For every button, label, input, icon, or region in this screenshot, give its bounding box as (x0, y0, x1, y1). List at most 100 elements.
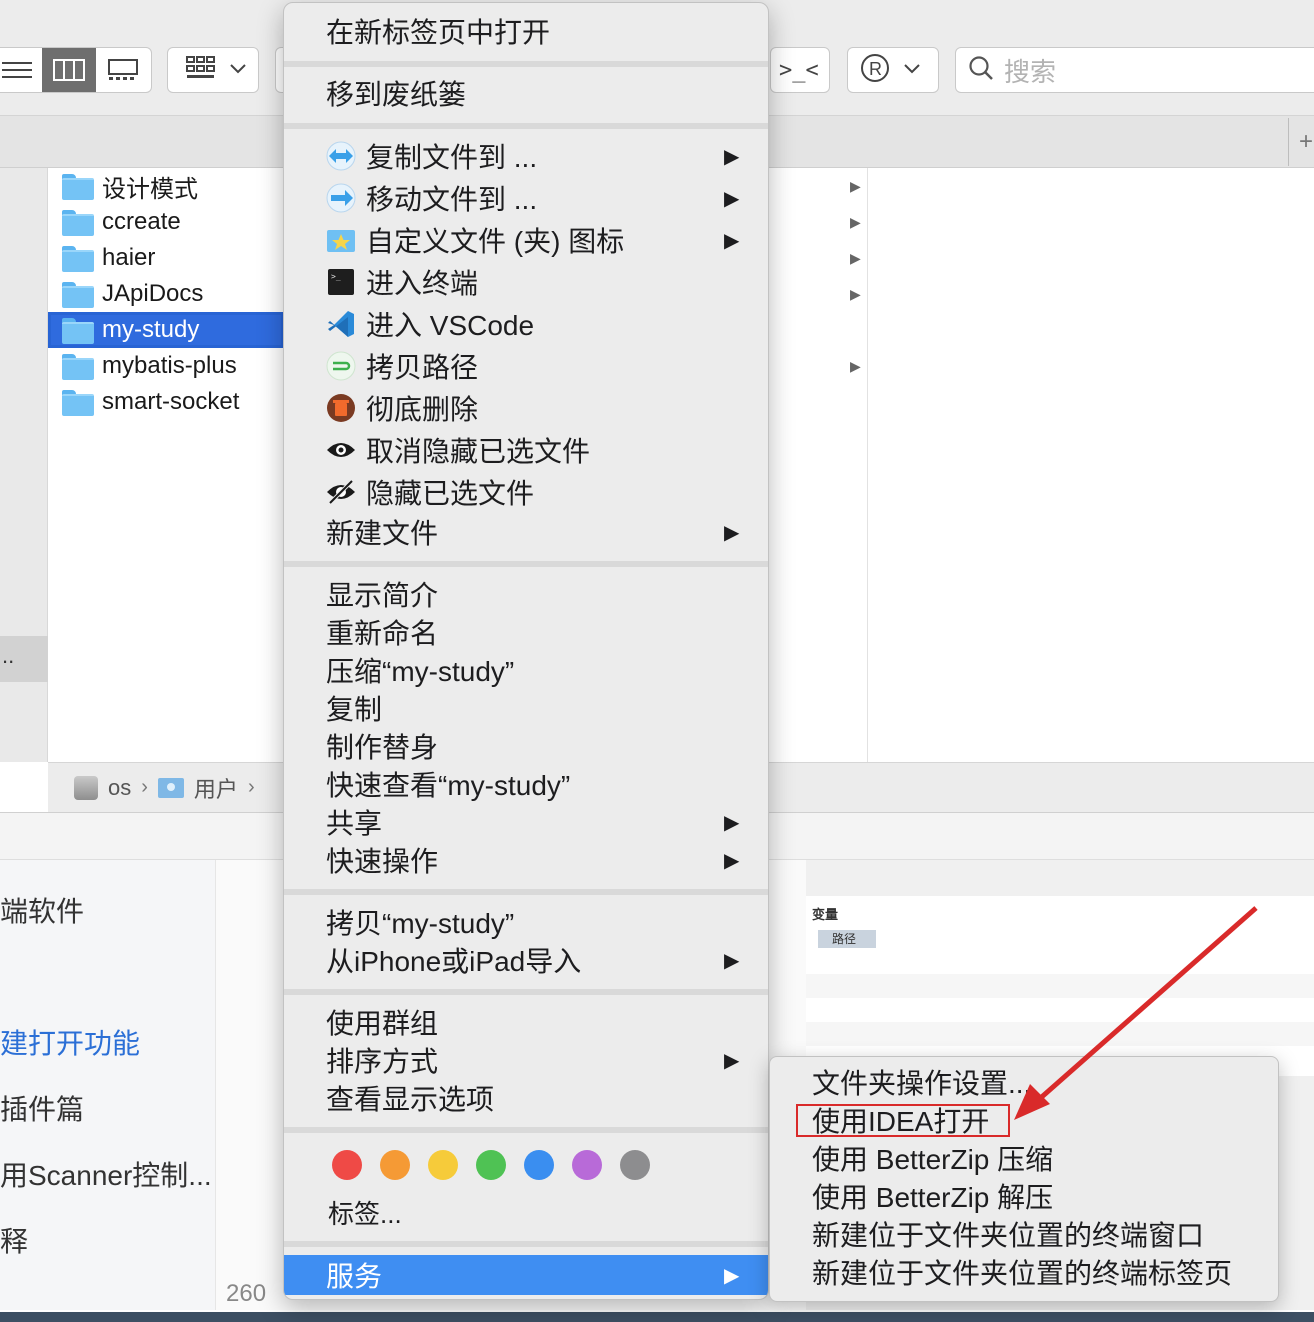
chevron-right-icon: › (247, 776, 255, 798)
annotation-highlight-box (796, 1104, 1010, 1137)
menu-item-unhide-selected[interactable]: 取消隐藏已选文件 (284, 430, 768, 470)
new-tab-button[interactable]: + (1288, 118, 1314, 166)
service-item-new-terminal-tab[interactable]: 新建位于文件夹位置的终端标签页 (812, 1255, 1232, 1293)
folder-icon (62, 282, 94, 308)
disclosure-triangle-icon[interactable]: ▶ (850, 358, 864, 375)
menu-item-label: 隐藏已选文件 (366, 478, 535, 509)
menu-item-tags[interactable]: 标签... (284, 1192, 768, 1232)
variables-title: 变量 (812, 907, 839, 922)
menu-item-services[interactable]: 服务 ▶ (284, 1255, 768, 1295)
menu-item-hide-selected[interactable]: 隐藏已选文件 (284, 472, 768, 512)
menu-item-quick-look[interactable]: 快速查看“my-study” (284, 764, 768, 804)
service-item-folder-actions[interactable]: 文件夹操作设置... (812, 1065, 1031, 1103)
folder-icon (62, 210, 94, 236)
background-list-item[interactable]: 用Scanner控制... (0, 1154, 212, 1194)
menu-item-view-options[interactable]: 查看显示选项 (284, 1078, 768, 1118)
file-row[interactable]: haier (48, 240, 284, 276)
menu-item-use-groups[interactable]: 使用群组 (284, 1002, 768, 1042)
tag-purple[interactable] (572, 1150, 602, 1180)
menu-item-move-file-to[interactable]: 移动文件到 ... ▶ (284, 178, 768, 218)
variables-row (806, 1022, 1314, 1046)
folder-icon (62, 174, 94, 200)
menu-item-new-file[interactable]: 新建文件 ▶ (284, 512, 768, 552)
file-row[interactable]: JApiDocs (48, 276, 284, 312)
sidebar-item-selected[interactable]: .. (0, 636, 48, 682)
file-row[interactable]: 设计模式 (48, 168, 284, 204)
service-item-betterzip-compress[interactable]: 使用 BetterZip 压缩 (812, 1141, 1053, 1179)
trash-icon (326, 393, 356, 423)
menu-item-share[interactable]: 共享 ▶ (284, 802, 768, 842)
terminal-button[interactable]: >_< (770, 47, 830, 93)
menu-item-copy-item[interactable]: 拷贝“my-study” (284, 902, 768, 942)
submenu-arrow-icon: ▶ (724, 145, 740, 168)
file-row[interactable]: ccreate (48, 204, 284, 240)
menu-item-move-to-trash[interactable]: 移到废纸篓 (284, 73, 768, 113)
submenu-arrow-icon: ▶ (724, 521, 740, 544)
menu-separator (284, 1127, 768, 1133)
variables-chip[interactable]: 路径 (818, 930, 876, 948)
search-field[interactable]: 搜索 (955, 47, 1314, 93)
breadcrumb-item-os[interactable]: os (74, 775, 131, 801)
menu-item-rename[interactable]: 重新命名 (284, 612, 768, 652)
background-list-item[interactable]: 释 (0, 1220, 28, 1260)
menu-item-import-from-iphone[interactable]: 从iPhone或iPad导入 ▶ (284, 940, 768, 980)
gallery-view-icon[interactable] (96, 48, 151, 92)
breadcrumb-item-users[interactable]: 用户 (157, 772, 238, 804)
menu-item-enter-vscode[interactable]: 进入 VSCode (284, 304, 768, 344)
file-row-selected[interactable]: my-study (48, 312, 284, 348)
registered-app-button[interactable]: R (847, 47, 939, 93)
disclosure-triangle-icon[interactable]: ▶ (850, 286, 864, 303)
background-list-item-active[interactable]: 建打开功能 (0, 1022, 140, 1062)
menu-item-copy-file-to[interactable]: 复制文件到 ... ▶ (284, 136, 768, 176)
menu-item-label: 从iPhone或iPad导入 (326, 946, 582, 977)
menu-item-duplicate[interactable]: 复制 (284, 688, 768, 728)
menu-item-make-alias[interactable]: 制作替身 (284, 726, 768, 766)
menu-separator (284, 1241, 768, 1247)
disclosure-triangle-icon[interactable]: ▶ (850, 214, 864, 231)
breadcrumb-label: 用户 (193, 776, 238, 802)
menu-item-label: 拷贝路径 (366, 352, 479, 383)
menu-item-label: 新建文件 (326, 518, 439, 549)
submenu-arrow-icon: ▶ (724, 1264, 740, 1287)
file-row[interactable]: mybatis-plus (48, 348, 284, 384)
tag-green[interactable] (476, 1150, 506, 1180)
disk-icon (74, 775, 98, 800)
breadcrumb-label: os (108, 774, 132, 800)
column-view-icon[interactable] (42, 48, 96, 92)
menu-item-compress[interactable]: 压缩“my-study” (284, 650, 768, 690)
submenu-arrow-icon: ▶ (724, 1049, 740, 1072)
chevron-down-icon (230, 61, 246, 79)
variables-row (806, 974, 1314, 998)
tag-red[interactable] (332, 1150, 362, 1180)
chevron-down-icon (904, 61, 920, 79)
background-list-item[interactable]: 端软件 (0, 890, 84, 930)
menu-item-label: 进入 VSCode (366, 310, 535, 341)
move-arrow-icon (326, 183, 356, 213)
service-item-betterzip-extract[interactable]: 使用 BetterZip 解压 (812, 1179, 1053, 1217)
menu-item-custom-icon[interactable]: 自定义文件 (夹) 图标 ▶ (284, 220, 768, 260)
tag-yellow[interactable] (428, 1150, 458, 1180)
menu-item-sort-by[interactable]: 排序方式 ▶ (284, 1040, 768, 1080)
disclosure-triangle-icon[interactable]: ▶ (850, 178, 864, 195)
view-mode-segmented-control[interactable] (0, 47, 152, 93)
tag-orange[interactable] (380, 1150, 410, 1180)
menu-item-get-info[interactable]: 显示简介 (284, 574, 768, 614)
background-list-item[interactable]: 插件篇 (0, 1088, 84, 1128)
menu-item-open-new-tab[interactable]: 在新标签页中打开 (284, 11, 768, 51)
custom-folder-icon (326, 225, 356, 255)
list-view-icon[interactable] (0, 48, 42, 92)
menu-item-delete-permanently[interactable]: 彻底删除 (284, 388, 768, 428)
tag-blue[interactable] (524, 1150, 554, 1180)
tag-gray[interactable] (620, 1150, 650, 1180)
menu-item-label: 取消隐藏已选文件 (366, 436, 591, 467)
terminal-icon: >_< (779, 57, 819, 83)
copy-arrow-icon (326, 141, 356, 171)
disclosure-triangle-icon[interactable]: ▶ (850, 250, 864, 267)
service-item-new-terminal-window[interactable]: 新建位于文件夹位置的终端窗口 (812, 1217, 1204, 1255)
file-row[interactable]: smart-socket (48, 384, 284, 420)
menu-item-quick-actions[interactable]: 快速操作 ▶ (284, 840, 768, 880)
group-by-button[interactable] (167, 47, 259, 93)
menu-item-enter-terminal[interactable]: >_ 进入终端 (284, 262, 768, 302)
menu-item-copy-path[interactable]: 拷贝路径 (284, 346, 768, 386)
terminal-icon: >_ (326, 267, 356, 297)
